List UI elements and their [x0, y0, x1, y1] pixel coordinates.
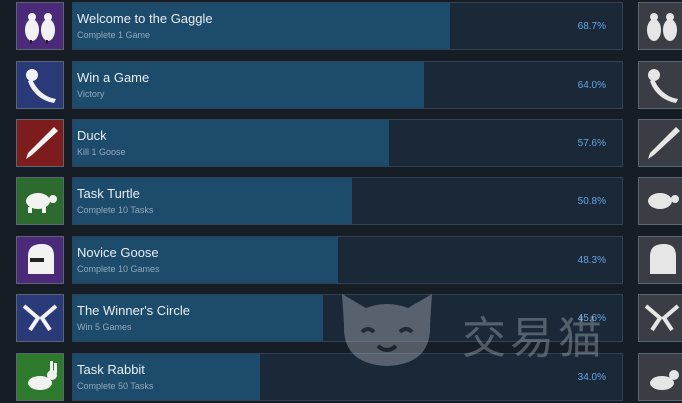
- achievement-description: Victory: [77, 89, 105, 99]
- rabbit-icon: [650, 370, 679, 390]
- winners-circle-icon: [22, 304, 58, 332]
- achievement-card: Novice Goose Complete 10 Games 48.3%: [72, 236, 623, 284]
- achievement-row: Win a Game Victory 64.0%: [0, 61, 682, 111]
- achievement-icon-locked: [638, 177, 682, 225]
- rabbit-icon: [28, 361, 57, 390]
- achievement-row: Duck Kill 1 Goose 57.6%: [0, 119, 682, 169]
- achievement-description: Complete 10 Tasks: [77, 205, 154, 215]
- unlock-percentage: 48.3%: [577, 255, 606, 266]
- progress-fill: [73, 62, 425, 108]
- turtle-icon: [648, 193, 679, 209]
- progress-fill: [73, 237, 339, 283]
- progress-fill: [73, 354, 260, 400]
- achievement-icon: [16, 353, 64, 401]
- goose-ribbon-icon: [648, 69, 678, 103]
- achievement-title: Novice Goose: [77, 245, 159, 260]
- two-geese-icon: [25, 13, 55, 44]
- achievement-icon-locked: [638, 61, 682, 109]
- achievement-card: Win a Game Victory 64.0%: [72, 61, 623, 109]
- goose-ribbon-icon: [26, 69, 56, 103]
- achievement-icon: [16, 294, 64, 342]
- turtle-icon: [26, 193, 57, 213]
- unlock-percentage: 50.8%: [577, 196, 606, 207]
- achievement-icon-locked: [638, 2, 682, 50]
- progress-fill: [73, 3, 451, 49]
- achievement-card: Task Turtle Complete 10 Tasks 50.8%: [72, 177, 623, 225]
- achievement-icon: [16, 119, 64, 167]
- achievement-card: Duck Kill 1 Goose 57.6%: [72, 119, 623, 167]
- helmet-goose-icon: [650, 244, 676, 274]
- progress-fill: [73, 295, 324, 341]
- achievement-card: Task Rabbit Complete 50 Tasks 34.0%: [72, 353, 623, 401]
- achievement-row: Task Turtle Complete 10 Tasks 50.8%: [0, 177, 682, 227]
- knife-icon: [26, 127, 58, 159]
- achievement-icon-locked: [638, 236, 682, 284]
- achievement-description: Complete 1 Game: [77, 30, 151, 40]
- unlock-percentage: 68.7%: [577, 21, 606, 32]
- unlock-percentage: 45.6%: [577, 313, 606, 324]
- achievement-title: The Winner's Circle: [77, 303, 191, 318]
- achievement-title: Win a Game: [77, 70, 150, 85]
- achievement-card: Welcome to the Gaggle Complete 1 Game 68…: [72, 2, 623, 50]
- achievement-description: Win 5 Games: [77, 322, 132, 332]
- achievement-description: Complete 10 Games: [77, 264, 160, 274]
- progress-fill: [73, 120, 390, 166]
- achievement-icon: [16, 2, 64, 50]
- two-geese-icon: [647, 13, 677, 41]
- achievement-title: Task Turtle: [77, 186, 140, 201]
- achievement-icon-locked: [638, 294, 682, 342]
- achievement-title: Welcome to the Gaggle: [77, 11, 213, 26]
- achievement-icon: [16, 61, 64, 109]
- achievement-icon: [16, 236, 64, 284]
- achievement-row: Welcome to the Gaggle Complete 1 Game 68…: [0, 2, 682, 52]
- achievement-icon: [16, 177, 64, 225]
- achievement-row: Task Rabbit Complete 50 Tasks 34.0%: [0, 353, 682, 403]
- unlock-percentage: 34.0%: [577, 372, 606, 383]
- achievement-title: Task Rabbit: [77, 362, 145, 377]
- knife-icon: [648, 127, 680, 159]
- achievement-icon-locked: [638, 353, 682, 401]
- winners-circle-icon: [644, 304, 680, 332]
- helmet-goose-icon: [28, 244, 54, 274]
- achievement-title: Duck: [77, 128, 107, 143]
- achievement-row: Novice Goose Complete 10 Games 48.3%: [0, 236, 682, 286]
- unlock-percentage: 64.0%: [577, 80, 606, 91]
- progress-fill: [73, 178, 352, 224]
- unlock-percentage: 57.6%: [577, 138, 606, 149]
- achievement-card: The Winner's Circle Win 5 Games 45.6%: [72, 294, 623, 342]
- achievement-icon-locked: [638, 119, 682, 167]
- achievement-row: The Winner's Circle Win 5 Games 45.6%: [0, 294, 682, 344]
- achievement-description: Kill 1 Goose: [77, 147, 126, 157]
- achievement-description: Complete 50 Tasks: [77, 381, 154, 391]
